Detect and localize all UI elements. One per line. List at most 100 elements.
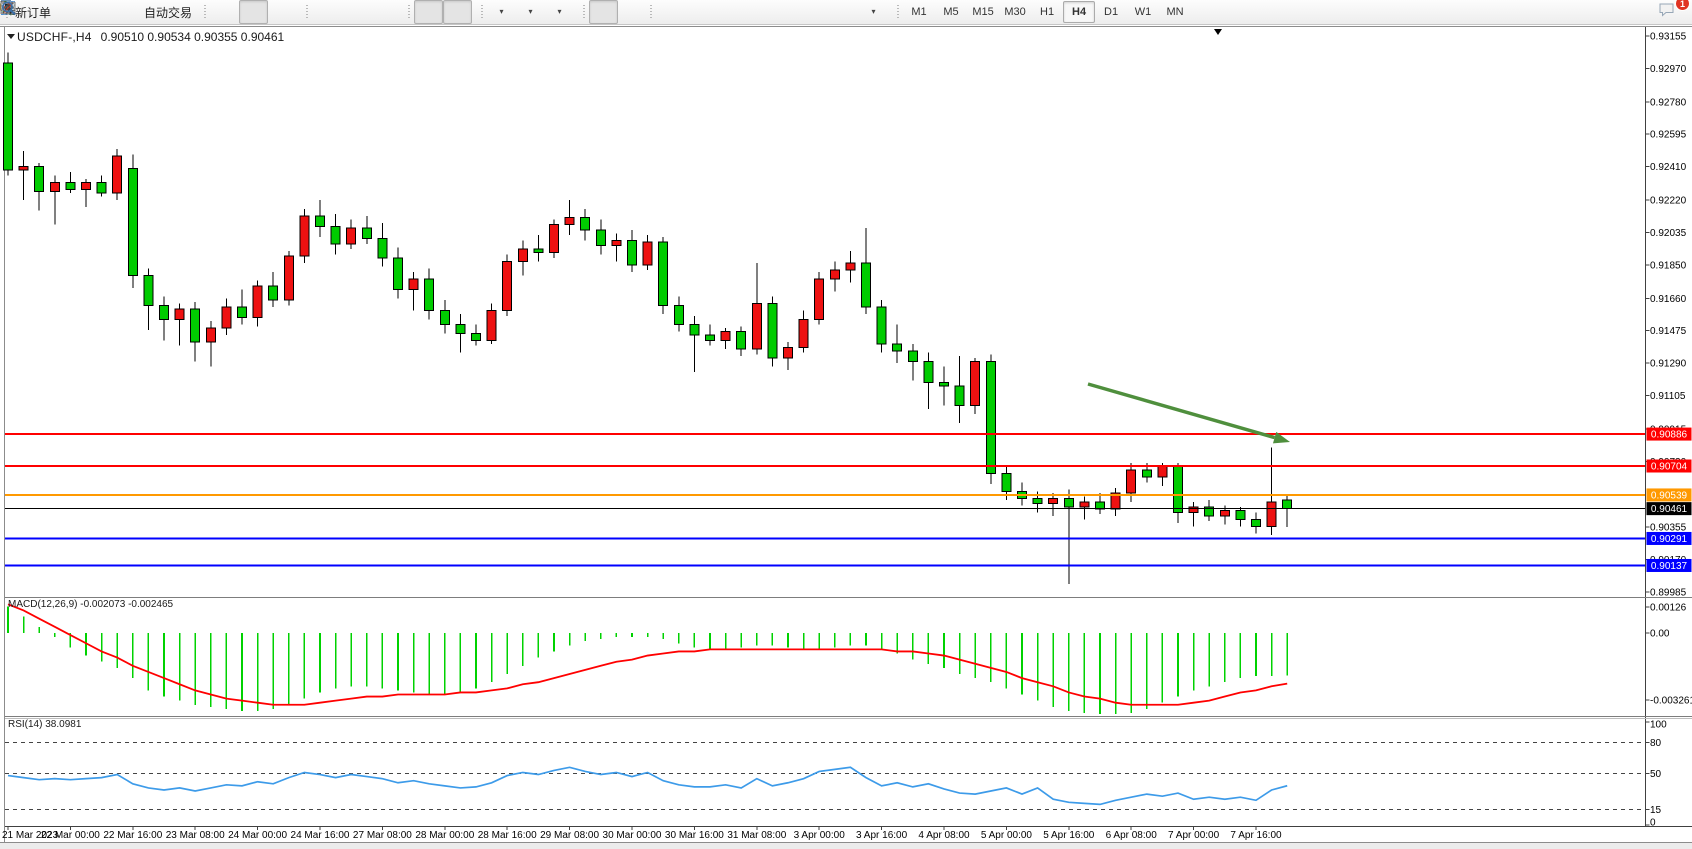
timeframe-button-h1[interactable]: H1	[1031, 1, 1063, 23]
time-tick-label: 7 Apr 00:00	[1168, 830, 1220, 841]
timeframe-button-mn[interactable]: MN	[1159, 1, 1191, 23]
macd-tick-label: 0.00	[1650, 629, 1670, 640]
time-tick-label: 23 Mar 08:00	[166, 830, 225, 841]
main-toolbar: 新订单 自动交易	[0, 0, 1692, 25]
time-tick-label: 24 Mar 16:00	[291, 830, 350, 841]
time-tick-label: 22 Mar 00:00	[41, 830, 100, 841]
time-tick-label: 30 Mar 00:00	[603, 830, 662, 841]
notifications-button[interactable]: 1	[1657, 0, 1686, 24]
line-price-label: 0.90137	[1651, 561, 1688, 572]
price-tick-label: 0.91850	[1650, 260, 1687, 271]
timeframe-button-h4[interactable]: H4	[1063, 1, 1095, 23]
toolbar-group-objects: E F A T ▾	[577, 0, 891, 24]
time-tick-label: 3 Apr 00:00	[794, 830, 846, 841]
chevron-down-icon: ▾	[558, 8, 562, 16]
rsi-tick-label: 0	[1650, 818, 1656, 829]
signals-button[interactable]	[112, 0, 141, 24]
time-tick-label: 31 Mar 08:00	[727, 830, 786, 841]
time-tick-label: 3 Apr 16:00	[856, 830, 908, 841]
time-tick-label: 4 Apr 08:00	[918, 830, 970, 841]
timeframe-button-m30[interactable]: M30	[999, 1, 1031, 23]
time-tick-label: 7 Apr 16:00	[1230, 830, 1282, 841]
toolbar-grip[interactable]	[480, 5, 485, 20]
line-price-label: 0.90291	[1651, 534, 1688, 545]
toolbar-grip[interactable]	[582, 5, 587, 20]
line-chart-button[interactable]	[268, 0, 297, 24]
tile-windows-button[interactable]	[370, 0, 399, 24]
timeframe-button-w1[interactable]: W1	[1127, 1, 1159, 23]
macd-tick-label: -0.003261	[1650, 695, 1692, 706]
time-tick-label: 22 Mar 16:00	[103, 830, 162, 841]
price-tick-label: 0.91290	[1650, 359, 1687, 370]
time-tick-label: 5 Apr 16:00	[1043, 830, 1095, 841]
auto-trading-label: 自动交易	[144, 4, 192, 21]
timeframe-toolbar: M1M5M15M30H1H4D1W1MN	[891, 0, 1194, 24]
channel-button[interactable]: E	[743, 0, 772, 24]
line-price-label: 0.90539	[1651, 490, 1688, 501]
timeframe-button-d1[interactable]: D1	[1095, 1, 1127, 23]
toolbar-group-charttype	[198, 0, 300, 24]
horizontal-line-button[interactable]	[685, 0, 714, 24]
toolbar-group-scroll	[402, 0, 475, 24]
line-price-label: 0.90704	[1651, 462, 1688, 473]
time-tick-label: 28 Mar 00:00	[415, 830, 474, 841]
crosshair-button[interactable]	[618, 0, 647, 24]
time-tick-label: 6 Apr 08:00	[1106, 830, 1158, 841]
chart-canvas[interactable]: 0.931550.929700.927800.925950.924100.922…	[0, 0, 1692, 849]
period-button[interactable]: ▾	[516, 0, 545, 24]
rsi-tick-label: 50	[1650, 769, 1662, 780]
template-button[interactable]: ▾	[545, 0, 574, 24]
bar-chart-button[interactable]	[210, 0, 239, 24]
rsi-tick-label: 100	[1650, 720, 1667, 731]
price-tick-label: 0.92970	[1650, 64, 1687, 75]
toolbar-grip[interactable]	[896, 5, 901, 20]
new-chart-button[interactable]: ▾	[487, 0, 516, 24]
rsi-tick-label: 80	[1650, 738, 1662, 749]
zoom-out-button[interactable]	[341, 0, 370, 24]
symbol-dropdown-icon[interactable]	[7, 34, 15, 39]
price-tick-label: 0.92035	[1650, 228, 1687, 239]
toolbar-group-zoom	[300, 0, 402, 24]
time-tick-label: 27 Mar 08:00	[353, 830, 412, 841]
fibonacci-button[interactable]: F	[772, 0, 801, 24]
chart-shift-button[interactable]	[443, 0, 472, 24]
search-button[interactable]	[1624, 0, 1653, 24]
time-tick-label: 30 Mar 16:00	[665, 830, 724, 841]
candlestick-button[interactable]	[239, 0, 268, 24]
toolbar-grip[interactable]	[407, 5, 412, 20]
timeframe-button-m5[interactable]: M5	[935, 1, 967, 23]
toolbar-grip[interactable]	[305, 5, 310, 20]
marketplace-button[interactable]	[54, 0, 83, 24]
line-price-label: 0.90886	[1651, 430, 1688, 441]
trendline-button[interactable]	[714, 0, 743, 24]
auto-scroll-button[interactable]	[414, 0, 443, 24]
vertical-line-button[interactable]	[656, 0, 685, 24]
price-tick-label: 0.92220	[1650, 196, 1687, 207]
toolbar-right: 1	[1624, 0, 1686, 24]
timeframe-button-m1[interactable]: M1	[903, 1, 935, 23]
macd-tick-label: 0.00126	[1650, 603, 1687, 614]
time-tick-label: 5 Apr 00:00	[981, 830, 1033, 841]
rsi-tick-label: 15	[1650, 805, 1662, 816]
time-tick-label: 28 Mar 16:00	[478, 830, 537, 841]
time-axis[interactable]: 21 Mar 202322 Mar 00:0022 Mar 16:0023 Ma…	[2, 827, 1282, 841]
chevron-down-icon: ▾	[500, 8, 504, 16]
zoom-in-button[interactable]	[312, 0, 341, 24]
text-button[interactable]: A	[801, 0, 830, 24]
auto-trading-button[interactable]: 自动交易	[141, 0, 195, 24]
new-order-label: 新订单	[15, 4, 51, 21]
price-tick-label: 0.92595	[1650, 130, 1687, 141]
price-tick-label: 0.91105	[1650, 391, 1686, 402]
community-button[interactable]	[83, 0, 112, 24]
price-tick-label: 0.92410	[1650, 162, 1687, 173]
toolbar-group-trade: 新订单 自动交易	[0, 0, 198, 24]
search-icon	[0, 0, 17, 17]
cursor-button[interactable]	[589, 0, 618, 24]
timeframe-button-m15[interactable]: M15	[967, 1, 999, 23]
chevron-down-icon: ▾	[529, 8, 533, 16]
price-tick-label: 0.89985	[1650, 588, 1687, 599]
arrows-tool-button[interactable]: ▾	[859, 0, 888, 24]
toolbar-grip[interactable]	[203, 5, 208, 20]
new-order-button[interactable]: 新订单	[12, 0, 54, 24]
label-button[interactable]: T	[830, 0, 859, 24]
